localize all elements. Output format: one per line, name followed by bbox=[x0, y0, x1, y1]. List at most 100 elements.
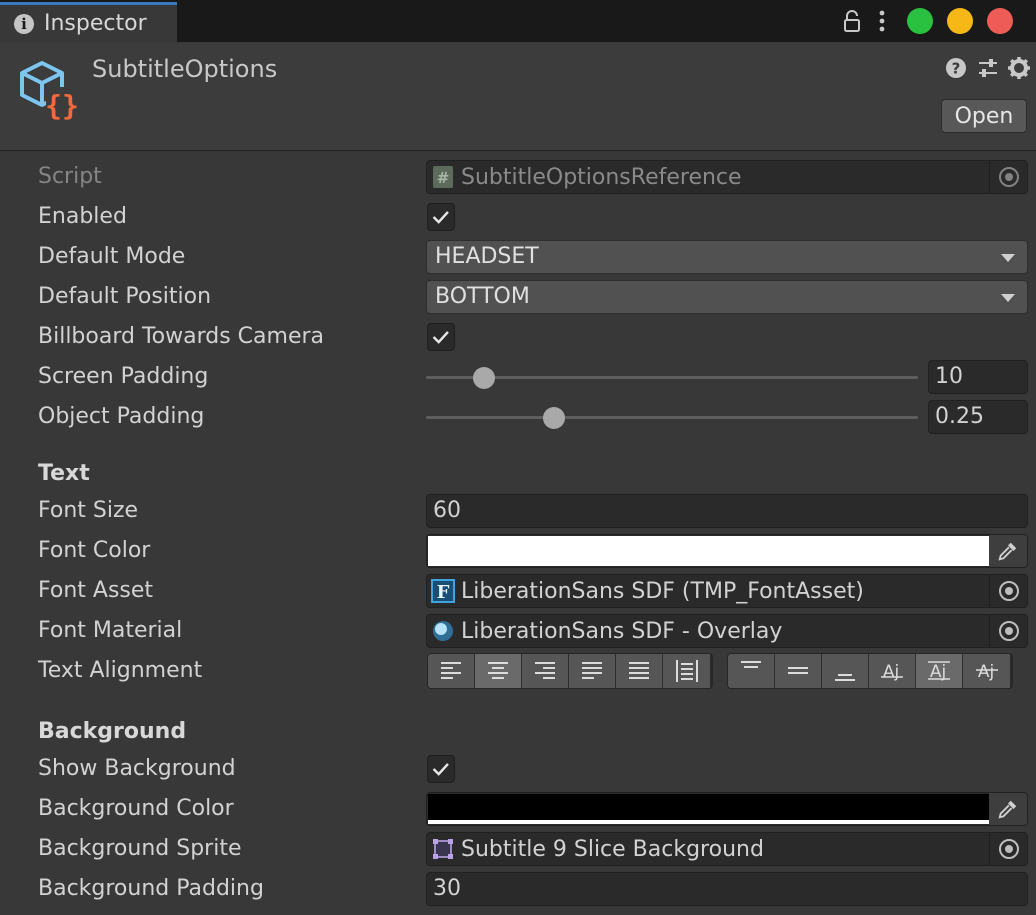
align-middle-button[interactable] bbox=[775, 654, 822, 688]
font-asset-row: Font Asset F LiberationSans SDF (TMP_Fon… bbox=[0, 571, 1036, 611]
text-alignment-label: Text Alignment bbox=[38, 658, 203, 683]
help-icon[interactable]: ? bbox=[944, 56, 968, 80]
show-background-checkbox[interactable] bbox=[427, 755, 455, 783]
svg-text:{}: {} bbox=[45, 89, 79, 121]
object-picker-icon bbox=[998, 621, 1019, 641]
object-padding-slider-thumb[interactable] bbox=[542, 407, 565, 429]
script-object-picker bbox=[989, 161, 1027, 193]
default-position-dropdown[interactable]: BOTTOM bbox=[426, 280, 1028, 314]
background-color-field[interactable] bbox=[426, 792, 1028, 826]
scriptable-object-icon: {} bbox=[20, 61, 79, 121]
tab-inspector[interactable]: i Inspector bbox=[0, 2, 177, 42]
open-button[interactable]: Open bbox=[941, 99, 1027, 133]
script-value: SubtitleOptionsReference bbox=[461, 164, 742, 190]
default-mode-value: HEADSET bbox=[435, 244, 539, 269]
font-material-row: Font Material LiberationSans SDF - Overl… bbox=[0, 611, 1036, 651]
align-baseline-button[interactable]: Aj bbox=[869, 654, 916, 688]
font-color-swatch[interactable] bbox=[428, 536, 990, 566]
align-top-icon bbox=[741, 661, 761, 668]
align-center-button[interactable] bbox=[475, 654, 522, 688]
svg-text:Aj: Aj bbox=[883, 662, 899, 682]
lock-icon[interactable] bbox=[842, 10, 862, 32]
align-midline-button[interactable]: Aj bbox=[916, 654, 963, 688]
align-justified-button[interactable] bbox=[569, 654, 616, 688]
screen-padding-input[interactable]: 10 bbox=[928, 360, 1028, 394]
align-bottom-icon bbox=[835, 674, 855, 681]
font-asset-object-picker[interactable] bbox=[989, 575, 1027, 607]
screen-padding-slider-thumb[interactable] bbox=[472, 367, 495, 389]
inspector-header: {} SubtitleOptions ? Open bbox=[0, 43, 1036, 151]
eyedropper-icon bbox=[998, 542, 1017, 561]
font-asset-icon: F bbox=[431, 579, 455, 603]
default-position-label: Default Position bbox=[38, 284, 212, 309]
script-field: # SubtitleOptionsReference bbox=[426, 160, 1028, 194]
align-geometry-center-button[interactable] bbox=[663, 654, 710, 688]
screen-padding-slider-track[interactable] bbox=[426, 376, 918, 379]
align-midline-icon: Aj bbox=[928, 661, 950, 682]
minimize-button[interactable] bbox=[947, 8, 973, 34]
background-sprite-value: Subtitle 9 Slice Background bbox=[461, 836, 764, 862]
font-material-field[interactable]: LiberationSans SDF - Overlay bbox=[426, 614, 1028, 648]
align-left-button[interactable] bbox=[428, 654, 475, 688]
font-color-field[interactable] bbox=[426, 534, 1028, 568]
font-size-label: Font Size bbox=[38, 498, 139, 523]
object-padding-input[interactable]: 0.25 bbox=[928, 400, 1028, 434]
object-padding-slider-track[interactable] bbox=[426, 416, 918, 419]
script-row: Script # SubtitleOptionsReference bbox=[0, 157, 1036, 197]
font-color-row: Font Color bbox=[0, 531, 1036, 571]
default-mode-label: Default Mode bbox=[38, 244, 186, 269]
align-right-button[interactable] bbox=[522, 654, 569, 688]
billboard-row: Billboard Towards Camera bbox=[0, 317, 1036, 357]
font-material-object-picker[interactable] bbox=[989, 615, 1027, 647]
align-justified-icon bbox=[582, 662, 602, 679]
checkmark-icon bbox=[432, 211, 449, 224]
background-sprite-row: Background Sprite Subtitle 9 Slice Backg… bbox=[0, 829, 1036, 869]
enabled-checkbox[interactable] bbox=[427, 203, 455, 231]
script-hash-icon: # bbox=[433, 166, 453, 188]
align-capline-button[interactable]: Aj bbox=[963, 654, 1010, 688]
svg-text:?: ? bbox=[952, 60, 961, 78]
tab-label: Inspector bbox=[44, 11, 147, 36]
font-asset-label: Font Asset bbox=[38, 578, 154, 603]
background-color-swatch[interactable] bbox=[428, 794, 990, 820]
close-button[interactable] bbox=[987, 8, 1013, 34]
default-mode-row: Default Mode HEADSET bbox=[0, 237, 1036, 277]
dropdown-arrow-icon bbox=[1001, 254, 1015, 262]
eyedropper-button[interactable] bbox=[989, 535, 1027, 567]
background-sprite-field[interactable]: Subtitle 9 Slice Background bbox=[426, 832, 1028, 866]
enabled-label: Enabled bbox=[38, 204, 127, 229]
font-size-row: Font Size 60 bbox=[0, 491, 1036, 531]
default-mode-dropdown[interactable]: HEADSET bbox=[426, 240, 1028, 274]
maximize-button[interactable] bbox=[907, 8, 933, 34]
font-asset-value: LiberationSans SDF (TMP_FontAsset) bbox=[461, 578, 864, 604]
object-picker-icon bbox=[998, 167, 1019, 187]
align-flush-button[interactable] bbox=[616, 654, 663, 688]
text-alignment-row: Text Alignment Aj Aj Aj bbox=[0, 651, 1036, 691]
object-padding-label: Object Padding bbox=[38, 404, 205, 429]
script-label: Script bbox=[38, 164, 102, 189]
checkmark-icon bbox=[432, 763, 449, 776]
svg-text:Aj: Aj bbox=[977, 662, 993, 682]
align-bottom-button[interactable] bbox=[822, 654, 869, 688]
align-top-button[interactable] bbox=[728, 654, 775, 688]
show-background-label: Show Background bbox=[38, 756, 236, 781]
background-padding-label: Background Padding bbox=[38, 876, 264, 901]
settings-icon[interactable] bbox=[1007, 56, 1031, 80]
billboard-checkbox[interactable] bbox=[427, 323, 455, 351]
background-padding-row: Background Padding 30 bbox=[0, 869, 1036, 909]
background-sprite-object-picker[interactable] bbox=[989, 833, 1027, 865]
object-padding-row: Object Padding 0.25 bbox=[0, 397, 1036, 437]
checkmark-icon bbox=[432, 331, 449, 344]
align-middle-icon bbox=[788, 667, 808, 674]
preset-icon[interactable] bbox=[976, 56, 1000, 80]
font-asset-field[interactable]: F LiberationSans SDF (TMP_FontAsset) bbox=[426, 574, 1028, 608]
text-section-heading: Text bbox=[38, 461, 90, 486]
font-color-label: Font Color bbox=[38, 538, 151, 563]
background-section-heading: Background bbox=[38, 719, 187, 744]
more-icon[interactable] bbox=[877, 9, 887, 33]
eyedropper-button[interactable] bbox=[989, 793, 1027, 825]
default-position-row: Default Position BOTTOM bbox=[0, 277, 1036, 317]
font-material-value: LiberationSans SDF - Overlay bbox=[461, 618, 783, 644]
font-size-input[interactable]: 60 bbox=[426, 494, 1028, 528]
background-padding-input[interactable]: 30 bbox=[426, 872, 1028, 906]
